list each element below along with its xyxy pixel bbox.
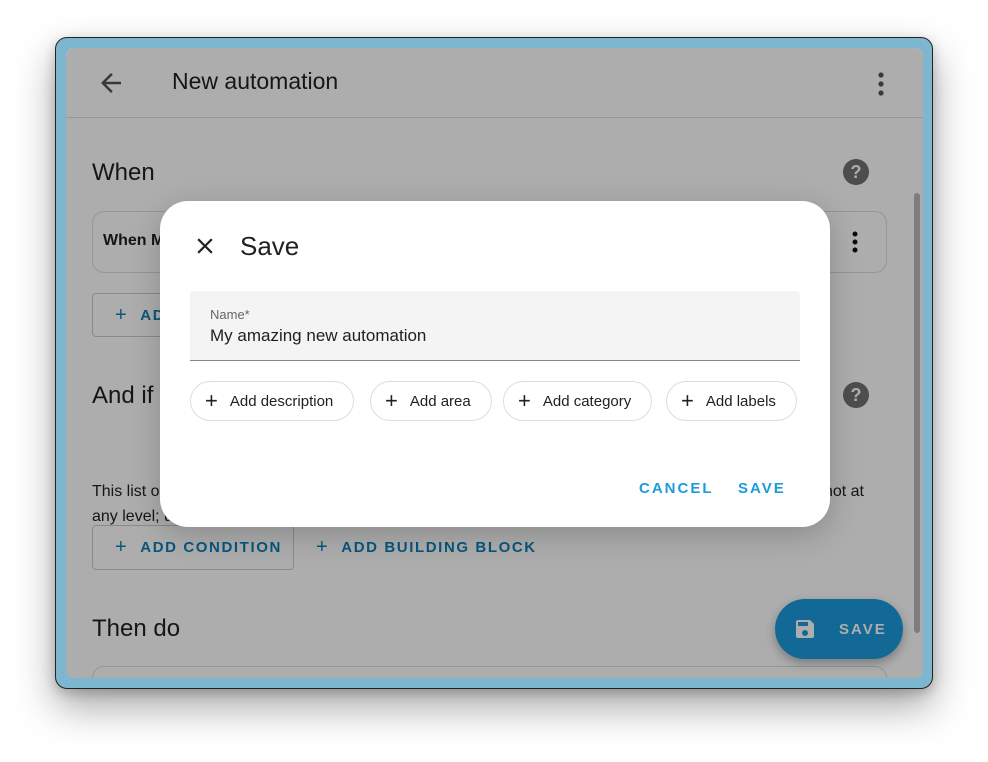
save-dialog: Save Name* + Add description + Add area … xyxy=(160,201,830,527)
chip-label: Add description xyxy=(229,392,334,410)
chip-label: Add category xyxy=(542,392,632,410)
cancel-button[interactable]: CANCEL xyxy=(639,480,714,497)
add-category-chip[interactable]: + Add category xyxy=(503,381,653,421)
add-description-chip[interactable]: + Add description xyxy=(190,381,355,421)
app-window: New automation When ? When M + ADD TRIGG… xyxy=(66,48,923,678)
name-field[interactable]: Name* xyxy=(190,291,800,361)
plus-icon: + xyxy=(681,388,694,413)
add-labels-chip[interactable]: + Add labels xyxy=(666,381,797,421)
window-frame: New automation When ? When M + ADD TRIGG… xyxy=(55,37,933,689)
save-button[interactable]: SAVE xyxy=(738,480,786,497)
add-area-chip[interactable]: + Add area xyxy=(370,381,492,421)
close-icon xyxy=(197,238,213,254)
name-input[interactable] xyxy=(210,326,770,346)
close-button[interactable] xyxy=(192,233,218,259)
plus-icon: + xyxy=(205,388,218,413)
plus-icon: + xyxy=(385,388,398,413)
plus-icon: + xyxy=(518,388,531,413)
name-field-label: Name* xyxy=(210,307,250,322)
chip-label: Add labels xyxy=(705,392,776,410)
dialog-title: Save xyxy=(240,231,300,261)
chip-label: Add area xyxy=(409,392,471,410)
